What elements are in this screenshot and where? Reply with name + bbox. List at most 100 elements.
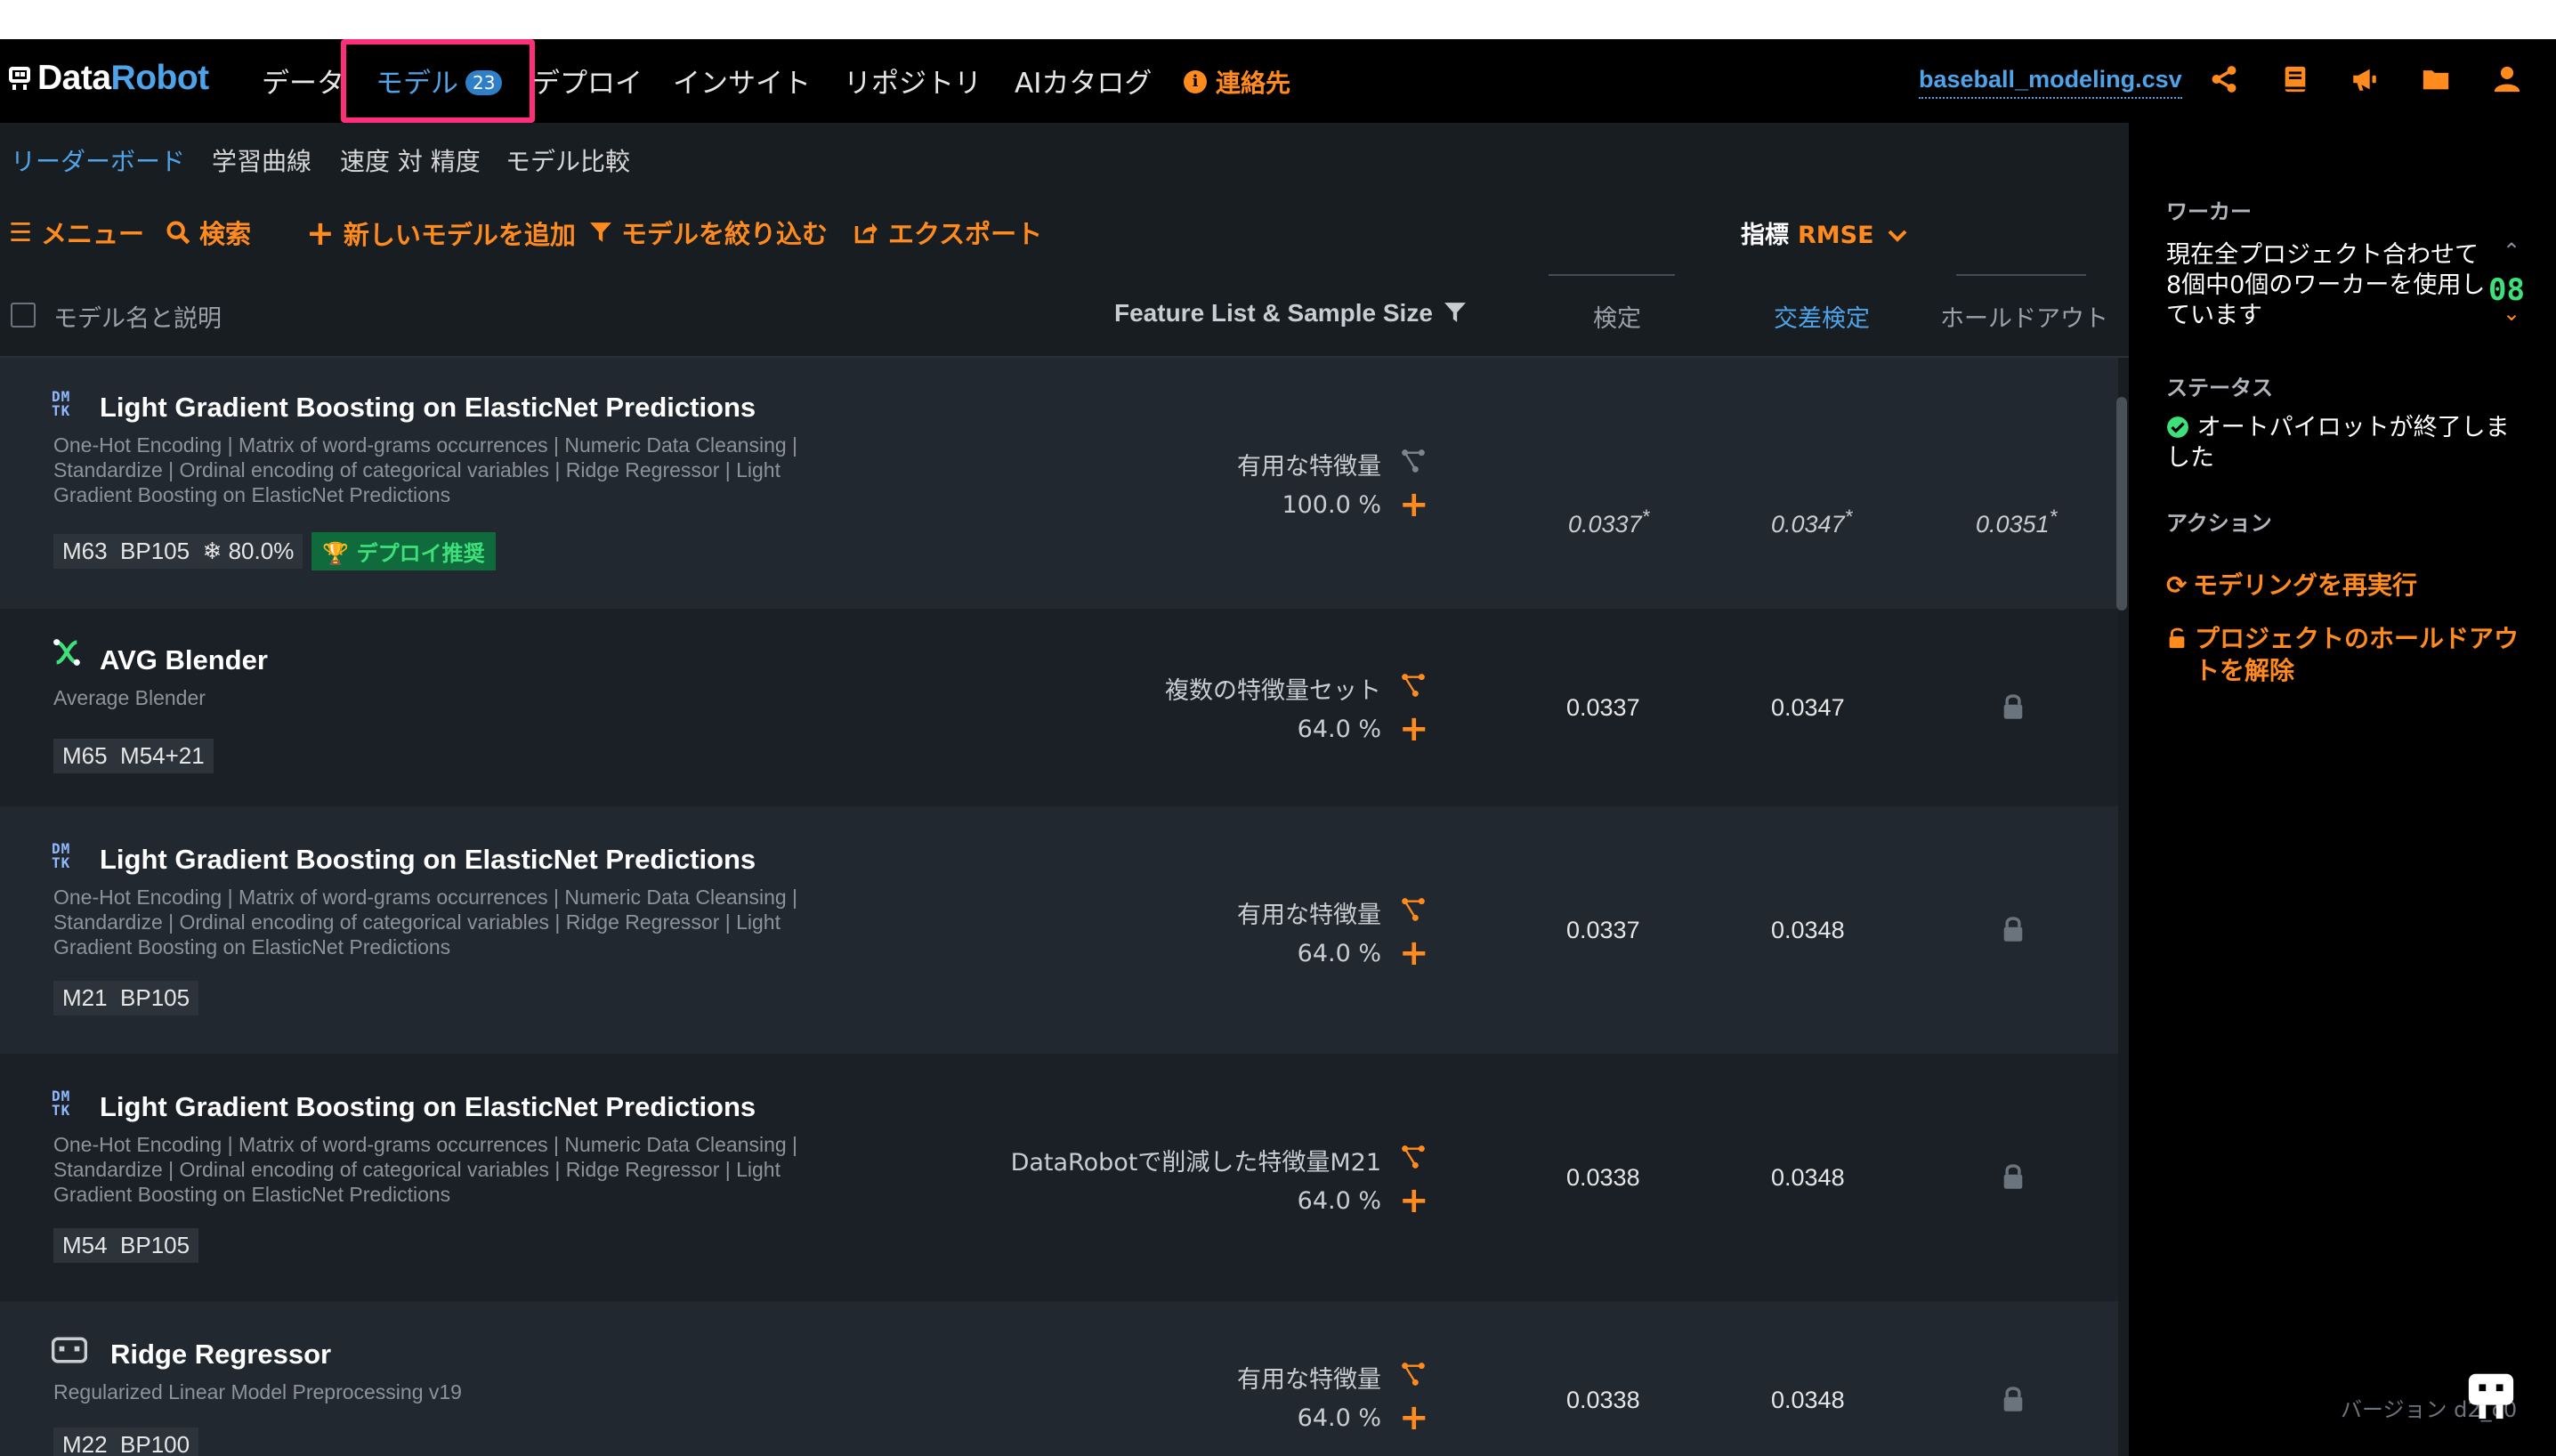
dmtk-icon: DM TK xyxy=(52,840,71,871)
hamburger-icon: ☰ xyxy=(9,217,32,247)
sample-size-tag: 80.0% xyxy=(228,538,295,564)
model-description: One-Hot Encoding | Matrix of word-grams … xyxy=(53,886,798,959)
model-tags-group: M54 BP105 xyxy=(53,1228,199,1263)
assistant-robot-icon[interactable] xyxy=(2465,1367,2517,1422)
share-icon[interactable] xyxy=(2209,64,2239,94)
select-all-checkbox[interactable] xyxy=(11,303,36,328)
model-title[interactable]: Light Gradient Boosting on ElasticNet Pr… xyxy=(100,844,756,876)
sample-size: 64.0 % xyxy=(1297,1404,1381,1432)
nav-deploy[interactable]: デプロイ xyxy=(532,61,643,101)
chevron-down-icon xyxy=(1888,230,1907,242)
header-feature-list[interactable]: Feature List & Sample Size xyxy=(1114,299,1467,328)
model-description: Regularized Linear Model Preprocessing v… xyxy=(53,1380,462,1403)
export-button[interactable]: エクスポート xyxy=(853,214,1042,251)
deploy-badge-label: デプロイ推奨 xyxy=(356,541,485,566)
project-file-link[interactable]: baseball_modeling.csv xyxy=(1919,66,2182,99)
metric-selector[interactable]: 指標 RMSE xyxy=(1741,215,1907,250)
model-title[interactable]: Light Gradient Boosting on ElasticNet Pr… xyxy=(100,392,756,424)
feature-list-name[interactable]: 有用な特徴量 xyxy=(1237,1360,1381,1395)
lock-icon[interactable] xyxy=(2001,692,2026,721)
table-row[interactable]: AVG Blender Average Blender M65 M54+21 複… xyxy=(0,609,2118,806)
rerun-modeling-button[interactable]: ⟳ モデリングを再実行 xyxy=(2166,570,2531,602)
filter-icon xyxy=(1444,303,1466,322)
model-description: One-Hot Encoding | Matrix of word-grams … xyxy=(53,433,798,506)
blueprint-tag: BP105 xyxy=(120,538,190,564)
model-tags-group: M22 BP100 xyxy=(53,1428,199,1456)
user-icon[interactable] xyxy=(2492,64,2522,94)
model-id-tag: M54 xyxy=(62,1232,108,1258)
leaderboard-scrollbar[interactable] xyxy=(2116,397,2127,611)
model-id-tag: M21 xyxy=(62,984,108,1011)
header-holdout[interactable]: ホールドアウト xyxy=(1940,299,2108,334)
model-tags: M54 BP105 xyxy=(53,1228,199,1263)
table-row[interactable]: DM TK Light Gradient Boosting on ElasticN… xyxy=(0,806,2118,1054)
lock-icon[interactable] xyxy=(2001,1162,2026,1191)
validation-score: 0.0337* xyxy=(1568,506,1649,538)
megaphone-icon[interactable] xyxy=(2350,64,2380,94)
chevron-down-icon[interactable]: ⌄ xyxy=(2503,301,2520,326)
model-title[interactable]: AVG Blender xyxy=(100,644,268,676)
model-tags: M65 M54+21 xyxy=(53,739,214,773)
unlock-holdout-label: プロジェクトのホールドアウトを解除 xyxy=(2195,624,2520,685)
add-sample-plus-icon[interactable]: + xyxy=(1399,711,1429,747)
book-icon[interactable] xyxy=(2280,64,2310,94)
feature-list-name[interactable]: DataRobotで削減した特徴量M21 xyxy=(1011,1143,1381,1177)
unlock-holdout-button[interactable]: プロジェクトのホールドアウトを解除 xyxy=(2166,623,2531,687)
tab-learning-curve[interactable]: 学習曲線 xyxy=(212,142,311,178)
export-label: エクスポート xyxy=(888,219,1043,249)
logo-text: DataRobot xyxy=(37,59,209,97)
cv-score: 0.0348 xyxy=(1771,917,1845,943)
worker-heading: ワーカー xyxy=(2166,199,2252,224)
model-id-tag: M22 xyxy=(62,1431,108,1456)
model-tags: M63 BP105 ❄ 80.0% 🏆 デプロイ推奨 xyxy=(53,532,496,570)
header-model-name[interactable]: モデル名と説明 xyxy=(53,299,222,334)
chevron-up-icon[interactable]: ⌃ xyxy=(2503,239,2520,263)
plus-icon: + xyxy=(306,214,335,253)
cv-value: 0.0347 xyxy=(1771,511,1845,538)
nav-data[interactable]: データ xyxy=(262,61,344,101)
validation-star: * xyxy=(1641,506,1650,528)
cv-score: 0.0348 xyxy=(1771,1387,1845,1413)
holdout-score: 0.0351* xyxy=(1976,506,2057,538)
model-title[interactable]: Light Gradient Boosting on ElasticNet Pr… xyxy=(100,1091,756,1123)
search-button[interactable]: 検索 xyxy=(166,214,251,251)
contact-link[interactable]: i 連絡先 xyxy=(1184,64,1290,100)
highlight-frame xyxy=(341,39,535,123)
leaderboard-header: モデル名と説明 Feature List & Sample Size 検定 交差… xyxy=(0,265,2129,358)
header-cross-validation[interactable]: 交差検定 xyxy=(1774,299,1870,334)
table-row[interactable]: DM TK Light Gradient Boosting on ElasticN… xyxy=(0,1054,2118,1301)
sample-size: 64.0 % xyxy=(1297,1187,1381,1215)
tab-model-compare[interactable]: モデル比較 xyxy=(506,142,630,178)
feature-list-name[interactable]: 有用な特徴量 xyxy=(1237,895,1381,930)
snowflake-icon: ❄ xyxy=(202,538,222,564)
header-validation[interactable]: 検定 xyxy=(1593,299,1641,334)
model-title[interactable]: Ridge Regressor xyxy=(110,1339,331,1371)
validation-value: 0.0337 xyxy=(1568,511,1642,538)
sample-size: 64.0 % xyxy=(1297,716,1381,743)
lock-icon[interactable] xyxy=(2001,915,2026,943)
feature-list-name[interactable]: 複数の特徴量セット xyxy=(1165,671,1381,706)
tab-leaderboard[interactable]: リーダーボード xyxy=(11,142,185,178)
add-sample-plus-icon[interactable]: + xyxy=(1399,487,1429,522)
feature-list-name[interactable]: 有用な特徴量 xyxy=(1237,447,1381,481)
table-row[interactable]: DM TK Light Gradient Boosting on ElasticN… xyxy=(0,358,2118,609)
add-sample-plus-icon[interactable]: + xyxy=(1399,1400,1429,1436)
menu-label: メニュー xyxy=(41,219,145,249)
add-model-button[interactable]: + 新しいモデルを追加 xyxy=(306,214,576,253)
filter-icon xyxy=(590,222,611,242)
filter-models-label: モデルを絞り込む xyxy=(621,219,829,249)
deploy-recommended-badge: 🏆 デプロイ推奨 xyxy=(311,532,496,570)
tab-speed-vs-accuracy[interactable]: 速度 対 精度 xyxy=(340,142,481,178)
nav-repository[interactable]: リポジトリ xyxy=(844,61,982,101)
model-description: Average Blender xyxy=(53,686,206,709)
nav-ai-catalog[interactable]: AIカタログ xyxy=(1015,61,1152,101)
add-sample-plus-icon[interactable]: + xyxy=(1399,935,1429,971)
nav-insight[interactable]: インサイト xyxy=(673,61,811,101)
menu-button[interactable]: ☰ メニュー xyxy=(9,214,144,251)
table-row[interactable]: Ridge Regressor Regularized Linear Model… xyxy=(0,1301,2118,1456)
folder-icon[interactable] xyxy=(2421,64,2451,94)
datarobot-logo[interactable]: DataRobot xyxy=(7,59,209,98)
add-sample-plus-icon[interactable]: + xyxy=(1399,1183,1429,1218)
lock-icon[interactable] xyxy=(2001,1385,2026,1413)
filter-models-button[interactable]: モデルを絞り込む xyxy=(589,214,828,251)
